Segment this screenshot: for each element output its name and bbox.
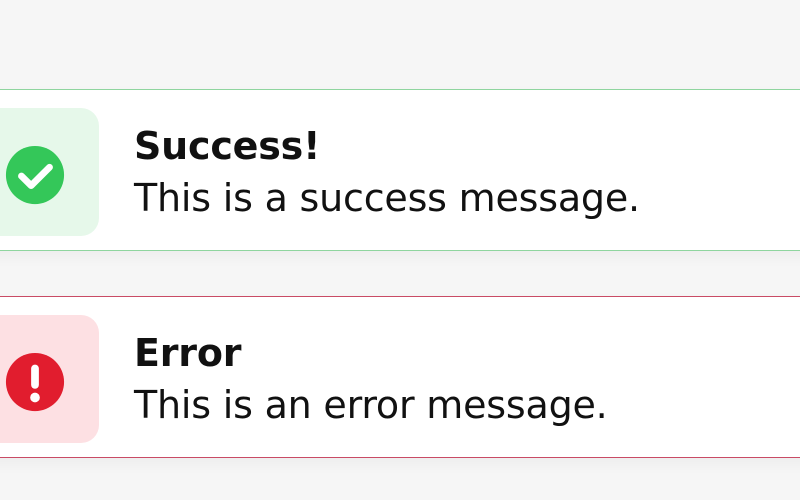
check-circle-icon xyxy=(5,145,65,205)
success-icon-container xyxy=(0,108,99,236)
success-text-group: Success! This is a success message. xyxy=(134,124,784,220)
error-text-group: Error This is an error message. xyxy=(134,331,784,427)
error-icon-container xyxy=(0,315,99,443)
success-title: Success! xyxy=(134,124,321,168)
notification-preview: Success! This is a success message. Erro… xyxy=(0,0,800,500)
success-message: This is a success message. xyxy=(134,176,640,220)
exclamation-circle-icon xyxy=(5,352,65,412)
error-toast[interactable]: Error This is an error message. xyxy=(0,296,800,458)
error-title: Error xyxy=(134,331,242,375)
success-toast[interactable]: Success! This is a success message. xyxy=(0,89,800,251)
error-message: This is an error message. xyxy=(134,383,608,427)
